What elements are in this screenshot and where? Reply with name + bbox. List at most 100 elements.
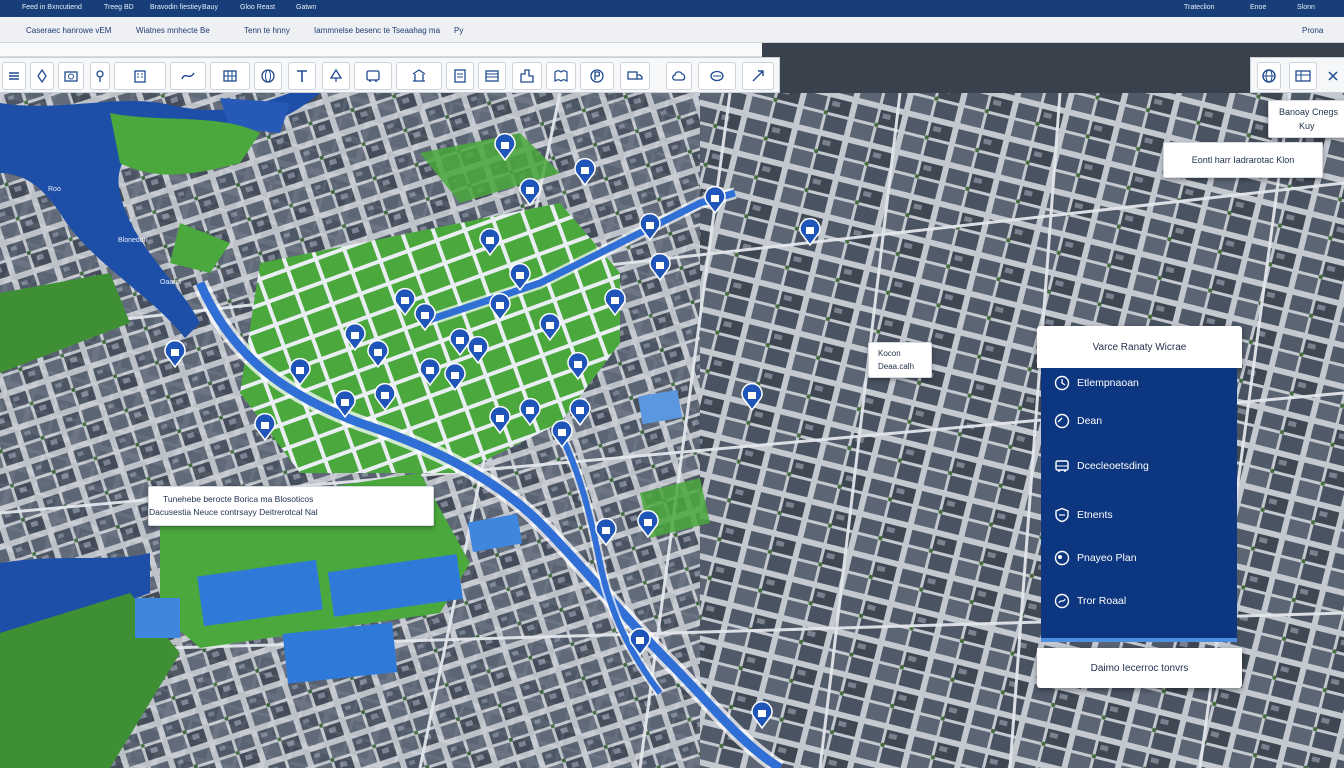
bus-icon <box>1053 457 1071 475</box>
camera-tool-button[interactable] <box>58 62 84 90</box>
legend-footer[interactable]: Daimo Iecerroc tonvrs <box>1037 648 1242 688</box>
parking-icon <box>589 68 605 84</box>
legend-item-label: Dean <box>1077 415 1103 427</box>
legend-item[interactable]: Etlempnaoan <box>1053 374 1139 392</box>
book-tool-button[interactable] <box>546 62 576 90</box>
route-icon <box>180 68 196 84</box>
top-menu-item[interactable]: Bravodin fiestiey <box>150 4 201 11</box>
marker-tool-button[interactable] <box>30 62 54 90</box>
water-label: Roo <box>48 186 61 193</box>
pin-tool-button[interactable] <box>90 62 110 90</box>
profile-label[interactable]: Prona <box>1302 26 1323 35</box>
legend-item[interactable]: Pnayeo Plan <box>1053 549 1137 567</box>
marker-glyph <box>474 345 482 352</box>
close-icon[interactable] <box>1323 62 1343 90</box>
marker-glyph <box>501 142 509 149</box>
breadcrumb-item[interactable]: Iammnelse besenc te <box>314 26 390 35</box>
parking-tool-button[interactable] <box>580 62 614 90</box>
doc-icon <box>452 68 468 84</box>
marker-glyph <box>426 367 434 374</box>
poi-label: Kocon Deaa.calh <box>868 342 932 378</box>
marker-glyph <box>496 415 504 422</box>
text-icon <box>294 68 310 84</box>
marker-glyph <box>806 227 814 234</box>
layers-icon[interactable] <box>1289 62 1317 90</box>
breadcrumb-item[interactable]: Tenn te hnny <box>244 26 290 35</box>
marker-glyph <box>451 372 459 379</box>
river-label: Blonedon <box>118 237 148 244</box>
top-menu-item[interactable]: Gatwn <box>296 4 316 11</box>
marker-glyph <box>351 332 359 339</box>
app-menu-bar: Feed in Bxncutiend Treeg BD Bravodin fiest… <box>0 0 1344 17</box>
marker-glyph <box>526 187 534 194</box>
top-menu-item[interactable]: Gloo Reast <box>240 4 275 11</box>
legend-item[interactable]: Tror Roaal <box>1053 592 1126 610</box>
marker-glyph <box>611 297 619 304</box>
marker-glyph <box>516 272 524 279</box>
table-icon <box>484 68 500 84</box>
location-icon <box>1053 549 1071 567</box>
pin-icon <box>92 68 108 84</box>
breadcrumb-item[interactable]: Tseaahag ma <box>392 26 440 35</box>
bus-tool-button[interactable] <box>354 62 392 90</box>
legend-item-label: Etlempnaoan <box>1077 377 1139 389</box>
station-tool-button[interactable] <box>396 62 442 90</box>
river-label: Oaana <box>160 279 182 286</box>
bus2-icon <box>709 68 725 84</box>
top-menu-item[interactable]: Treeg BD <box>104 4 134 11</box>
table-tool-button[interactable] <box>478 62 506 90</box>
marker-glyph <box>748 392 756 399</box>
truck-tool-button[interactable] <box>620 62 650 90</box>
marker-glyph <box>758 710 766 717</box>
marker-glyph <box>374 349 382 356</box>
building-tool-button[interactable] <box>114 62 166 90</box>
legend-title: Varce Ranaty Wicrae <box>1037 326 1242 368</box>
text-tool-button[interactable] <box>288 62 316 90</box>
marker-glyph <box>576 407 584 414</box>
marker-glyph <box>636 637 644 644</box>
marker-glyph <box>401 297 409 304</box>
legend-item[interactable]: Etnents <box>1053 506 1113 524</box>
top-menu-item[interactable]: Slonn <box>1297 4 1315 11</box>
legend-list: Etlempnaoan Dean Dcecleoetsding Etnents … <box>1041 368 1237 642</box>
breadcrumb-item[interactable]: Wiatnes mnhecte Be <box>136 26 210 35</box>
bus2-tool-button[interactable] <box>698 62 736 90</box>
doc-tool-button[interactable] <box>446 62 474 90</box>
poi-label-subtext: Deaa.calh <box>878 362 915 371</box>
legend-item-label: Etnents <box>1077 509 1113 521</box>
marker-glyph <box>526 407 534 414</box>
marker-glyph <box>644 519 652 526</box>
breadcrumb-item[interactable]: Caseraec hanrowe vEM <box>26 26 111 35</box>
legend-panel: Varce Ranaty Wicrae Etlempnaoan Dean Dce… <box>1037 326 1242 688</box>
legend-item[interactable]: Dcecleoetsding <box>1053 457 1149 475</box>
top-menu-item[interactable]: Trateclion <box>1184 4 1214 11</box>
info-callout-line: Dacusestia Neuce contrsayy Deitrerotcal … <box>149 507 318 517</box>
top-menu-item[interactable]: Feed in Bxncutiend <box>22 4 82 11</box>
breadcrumb-bar: Caseraec hanrowe vEM Wiatnes mnhecte Be … <box>0 17 1344 43</box>
city-tool-button[interactable] <box>512 62 542 90</box>
top-menu-item[interactable]: Enoe <box>1250 4 1266 11</box>
clock-icon <box>1053 374 1071 392</box>
legend-item[interactable]: Dean <box>1053 412 1102 430</box>
area-label-north-east: Banoay Cnegs Kuy <box>1268 100 1344 138</box>
tree-tool-button[interactable] <box>322 62 350 90</box>
district-label: Eontl harr Iadrarotac Klon <box>1163 142 1323 178</box>
menu-tool-button[interactable] <box>2 62 26 90</box>
cloud-icon <box>671 68 687 84</box>
top-menu-item[interactable]: Bauy <box>202 4 218 11</box>
breadcrumb-item[interactable]: Py <box>454 26 463 35</box>
marker-glyph <box>486 237 494 244</box>
marker-glyph <box>711 195 719 202</box>
cloud-tool-button[interactable] <box>666 62 692 90</box>
expand-tool-button[interactable] <box>742 62 774 90</box>
truck-icon <box>627 68 643 84</box>
globe-tool-button[interactable] <box>254 62 282 90</box>
marker-glyph <box>421 312 429 319</box>
marker-glyph <box>656 262 664 269</box>
route-icon <box>1053 592 1071 610</box>
marker-icon <box>34 68 50 84</box>
globe-icon[interactable] <box>1257 62 1281 90</box>
legend-item-label: Dcecleoetsding <box>1077 460 1149 472</box>
route-tool-button[interactable] <box>170 62 206 90</box>
grid-tool-button[interactable] <box>210 62 250 90</box>
